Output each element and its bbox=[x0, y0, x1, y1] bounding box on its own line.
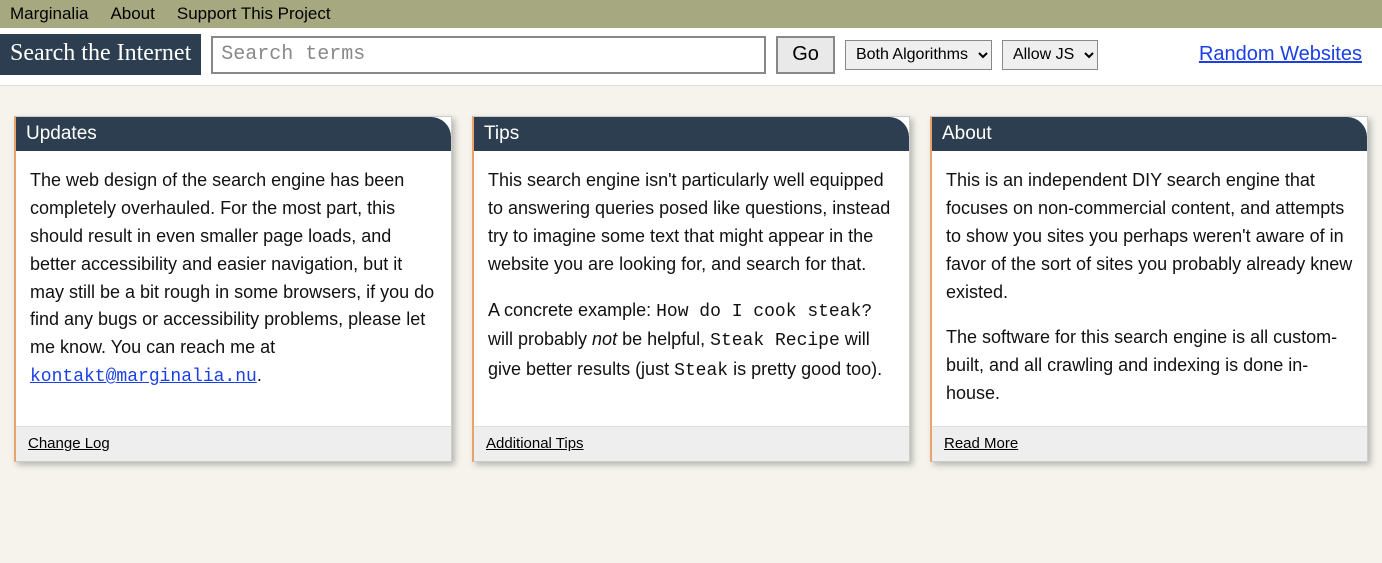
updates-text-post: . bbox=[257, 365, 262, 385]
search-label: Search the Internet bbox=[0, 34, 201, 75]
card-about: About This is an independent DIY search … bbox=[930, 116, 1368, 462]
card-about-body: This is an independent DIY search engine… bbox=[932, 151, 1367, 426]
nav-link-support[interactable]: Support This Project bbox=[177, 4, 331, 24]
change-log-link[interactable]: Change Log bbox=[28, 435, 110, 452]
nav-link-about[interactable]: About bbox=[110, 4, 154, 24]
tips-p1: This search engine isn't particularly we… bbox=[488, 167, 895, 279]
card-updates-body: The web design of the search engine has … bbox=[16, 151, 451, 426]
tips-code-2: Steak Recipe bbox=[710, 331, 840, 351]
nav-link-marginalia[interactable]: Marginalia bbox=[10, 4, 88, 24]
updates-text: The web design of the search engine has … bbox=[30, 170, 434, 357]
card-about-footer: Read More bbox=[932, 426, 1367, 461]
card-updates-footer: Change Log bbox=[16, 426, 451, 461]
card-tips: Tips This search engine isn't particular… bbox=[472, 116, 910, 462]
card-tips-body: This search engine isn't particularly we… bbox=[474, 151, 909, 426]
search-bar: Search the Internet Go Both Algorithms A… bbox=[0, 28, 1382, 86]
about-p1: This is an independent DIY search engine… bbox=[946, 167, 1353, 306]
js-select[interactable]: Allow JS bbox=[1002, 40, 1098, 70]
card-row: Updates The web design of the search eng… bbox=[0, 86, 1382, 482]
tips-code-1: How do I cook steak? bbox=[656, 302, 872, 322]
read-more-link[interactable]: Read More bbox=[944, 435, 1018, 452]
contact-email-link[interactable]: kontakt@marginalia.nu bbox=[30, 367, 257, 387]
algorithm-select[interactable]: Both Algorithms bbox=[845, 40, 992, 70]
go-button[interactable]: Go bbox=[776, 36, 835, 74]
search-input[interactable] bbox=[211, 36, 766, 74]
tips-p2: A concrete example: How do I cook steak?… bbox=[488, 297, 895, 387]
card-about-title: About bbox=[932, 117, 1367, 151]
tips-code-3: Steak bbox=[674, 361, 728, 381]
top-nav: Marginalia About Support This Project bbox=[0, 0, 1382, 28]
card-tips-footer: Additional Tips bbox=[474, 426, 909, 461]
about-p2: The software for this search engine is a… bbox=[946, 324, 1353, 408]
random-websites-link[interactable]: Random Websites bbox=[1199, 43, 1362, 66]
tips-em: not bbox=[592, 329, 617, 349]
card-updates: Updates The web design of the search eng… bbox=[14, 116, 452, 462]
card-updates-title: Updates bbox=[16, 117, 451, 151]
card-tips-title: Tips bbox=[474, 117, 909, 151]
additional-tips-link[interactable]: Additional Tips bbox=[486, 435, 584, 452]
